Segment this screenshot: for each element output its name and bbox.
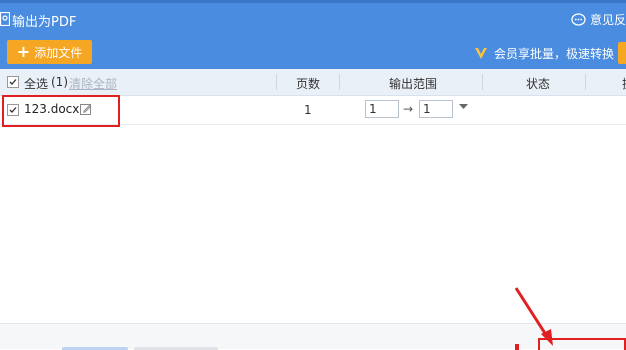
highlight-box <box>538 338 626 350</box>
annotation-mark <box>515 344 519 350</box>
annotation-arrow <box>514 287 553 346</box>
